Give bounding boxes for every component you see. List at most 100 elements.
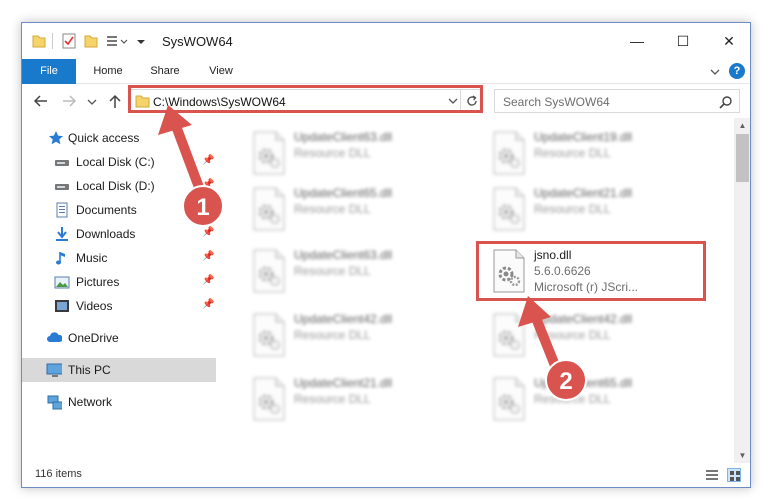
file-tile[interactable]: jsno.dll 5.6.0.6626 Microsoft (r) JScri... (482, 244, 712, 300)
file-name: UpdateClient21.dll (294, 376, 393, 390)
tab-share[interactable]: Share (140, 59, 190, 84)
nav-item-downloads[interactable]: Downloads 📌 (22, 222, 216, 246)
details-view-icon[interactable] (705, 468, 719, 482)
pin-icon[interactable]: 📌 (202, 299, 214, 310)
maximize-button[interactable]: ☐ (660, 23, 706, 59)
nav-label: This PC (68, 363, 111, 377)
file-name: UpdateClient65.dll (294, 186, 393, 200)
refresh-icon (467, 95, 477, 106)
pin-icon[interactable]: 📌 (202, 179, 214, 190)
vertical-scrollbar[interactable]: ▲ ▼ (734, 118, 750, 463)
pin-icon[interactable]: 📌 (202, 203, 214, 214)
dll-file-icon (253, 249, 285, 293)
refresh-button[interactable] (460, 89, 482, 113)
scroll-down-icon[interactable]: ▼ (734, 448, 750, 463)
explorer-window: SysWOW64 — ☐ ✕ File Home Share View ? C:… (21, 22, 751, 488)
file-tile[interactable]: UpdateClient42.dll Resource DLL (482, 308, 712, 364)
file-name: UpdateClient65.dll (534, 376, 633, 390)
file-tile[interactable]: UpdateClient21.dll Resource DLL (482, 182, 712, 238)
nav-item-local-disk-d[interactable]: Local Disk (D:) 📌 (22, 174, 216, 198)
file-tile[interactable]: UpdateClient42.dll Resource DLL (242, 308, 472, 364)
tiles-view-icon[interactable] (727, 468, 741, 482)
ribbon-tabs: File Home Share View ? (22, 59, 750, 84)
network-icon (47, 395, 62, 410)
nav-item-onedrive[interactable]: OneDrive (22, 326, 216, 350)
file-description: Resource DLL (294, 392, 371, 406)
chevron-down-icon[interactable] (136, 33, 146, 49)
nav-label: OneDrive (68, 331, 119, 345)
file-description: Resource DLL (534, 202, 611, 216)
forward-arrow-icon[interactable] (60, 92, 78, 110)
nav-label: Quick access (68, 131, 140, 145)
nav-item-local-disk-c[interactable]: Local Disk (C:) 📌 (22, 150, 216, 174)
file-tile[interactable]: UpdateClient63.dll Resource DLL (242, 244, 472, 300)
dll-file-icon (493, 249, 525, 293)
download-icon (56, 227, 68, 241)
file-tile[interactable]: UpdateClient19.dll Resource DLL (482, 126, 712, 182)
nav-item-this-pc[interactable]: This PC (22, 358, 216, 382)
pin-icon[interactable]: 📌 (202, 275, 214, 286)
folder-icon[interactable] (32, 33, 46, 49)
file-list: UpdateClient63.dll Resource DLL UpdateClie… (216, 118, 734, 463)
window-title: SysWOW64 (162, 34, 233, 49)
search-icon (719, 96, 732, 109)
address-bar[interactable]: C:\Windows\SysWOW64 (130, 89, 482, 113)
properties-icon[interactable] (62, 33, 76, 49)
drive-icon (55, 160, 69, 166)
nav-label: Videos (76, 299, 113, 313)
nav-item-network[interactable]: Network (22, 390, 216, 414)
scroll-thumb[interactable] (736, 134, 749, 182)
search-placeholder: Search SysWOW64 (503, 95, 610, 109)
drive-icon (55, 184, 69, 190)
cloud-icon (47, 332, 62, 342)
file-tile[interactable]: UpdateClient21.dll Resource DLL (242, 372, 472, 428)
nav-label: Downloads (76, 227, 136, 241)
nav-item-pictures[interactable]: Pictures 📌 (22, 270, 216, 294)
tab-home[interactable]: Home (82, 59, 134, 84)
dll-file-icon (493, 131, 525, 175)
file-description: Resource DLL (534, 328, 611, 342)
file-description: Resource DLL (294, 328, 371, 342)
back-arrow-icon[interactable] (32, 92, 50, 110)
file-name: jsno.dll (534, 248, 572, 262)
dll-file-icon (253, 187, 285, 231)
documents-icon (56, 202, 68, 218)
computer-icon (46, 363, 62, 377)
nav-item-music[interactable]: Music 📌 (22, 246, 216, 270)
scroll-up-icon[interactable]: ▲ (734, 118, 750, 133)
help-icon[interactable]: ? (729, 63, 745, 79)
navigation-bar: C:\Windows\SysWOW64 Search SysWOW64 (22, 84, 750, 118)
up-arrow-icon[interactable] (106, 92, 124, 110)
file-tile[interactable]: UpdateClient65.dll Resource DLL (482, 372, 712, 428)
close-button[interactable]: ✕ (706, 23, 750, 59)
nav-item-documents[interactable]: Documents 📌 (22, 198, 216, 222)
minimize-button[interactable]: — (614, 23, 660, 59)
file-description: Resource DLL (294, 264, 371, 278)
pin-icon[interactable]: 📌 (202, 155, 214, 166)
tab-file[interactable]: File (22, 59, 76, 84)
nav-label: Local Disk (C:) (76, 155, 155, 169)
nav-item-videos[interactable]: Videos 📌 (22, 294, 216, 318)
videos-icon (55, 300, 69, 312)
file-name: UpdateClient42.dll (534, 312, 633, 326)
dll-file-icon (253, 377, 285, 421)
pin-icon[interactable]: 📌 (202, 251, 214, 262)
recent-locations-icon[interactable] (86, 92, 104, 110)
chevron-down-icon[interactable] (447, 97, 459, 107)
tab-view[interactable]: View (196, 59, 246, 84)
dll-file-icon (253, 131, 285, 175)
pin-icon[interactable]: 📌 (202, 227, 214, 238)
file-tile[interactable]: UpdateClient63.dll Resource DLL (242, 126, 472, 182)
status-bar: 116 items (22, 463, 750, 487)
expand-ribbon-icon[interactable] (709, 66, 721, 78)
pictures-icon (54, 276, 70, 289)
address-path: C:\Windows\SysWOW64 (153, 95, 286, 109)
file-name: UpdateClient63.dll (294, 130, 393, 144)
dll-file-icon (493, 377, 525, 421)
new-folder-icon[interactable] (84, 33, 98, 49)
file-tile[interactable]: UpdateClient65.dll Resource DLL (242, 182, 472, 238)
dll-file-icon (253, 313, 285, 357)
customize-toolbar-icon[interactable] (106, 33, 132, 49)
nav-item-quick-access[interactable]: Quick access (22, 126, 216, 150)
search-input[interactable]: Search SysWOW64 (494, 89, 740, 113)
